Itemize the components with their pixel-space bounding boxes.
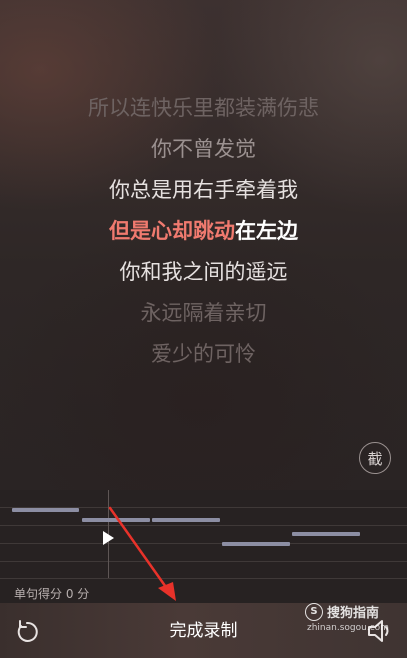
current-lyric-line: 但是心却跳动在左边 <box>0 211 407 252</box>
lyric-line: 你和我之间的遥远 <box>119 260 288 284</box>
watermark-logo: S <box>305 603 323 621</box>
lyrics-panel: 所以连快乐里都装满伤悲 你不曾发觉 你总是用右手牵着我 但是心却跳动在左边 你和… <box>0 88 407 375</box>
pitch-note <box>292 532 360 536</box>
watermark-url: zhinan.sogou.com <box>307 623 389 633</box>
pitch-note <box>82 518 150 522</box>
play-icon[interactable] <box>103 531 114 545</box>
sung-lyric-part: 但是心却跳动 <box>109 219 235 243</box>
lyric-line: 爱少的可怜 <box>151 342 256 366</box>
pitch-note <box>152 518 220 522</box>
unsung-lyric-part: 在左边 <box>235 219 298 243</box>
pitch-grid-line <box>0 525 407 526</box>
pitch-note <box>12 508 79 512</box>
pitch-track: 单句得分 0 分 <box>0 490 407 603</box>
undo-icon[interactable] <box>14 618 40 644</box>
capture-button[interactable]: 截 <box>359 442 391 474</box>
pitch-note <box>222 542 290 546</box>
finish-recording-button[interactable]: 完成录制 <box>130 617 277 645</box>
lyric-line: 永远隔着亲切 <box>140 301 267 325</box>
pitch-grid-line <box>0 543 407 544</box>
watermark: S 搜狗指南 zhinan.sogou.com <box>305 603 405 637</box>
sentence-score: 单句得分 0 分 <box>14 587 90 601</box>
watermark-name: 搜狗指南 <box>327 606 380 621</box>
lyric-line: 你不曾发觉 <box>151 137 256 161</box>
pitch-grid-line <box>0 561 407 562</box>
lyric-line: 所以连快乐里都装满伤悲 <box>88 96 319 120</box>
lyric-line: 你总是用右手牵着我 <box>109 178 298 202</box>
pitch-grid-line <box>0 578 407 579</box>
